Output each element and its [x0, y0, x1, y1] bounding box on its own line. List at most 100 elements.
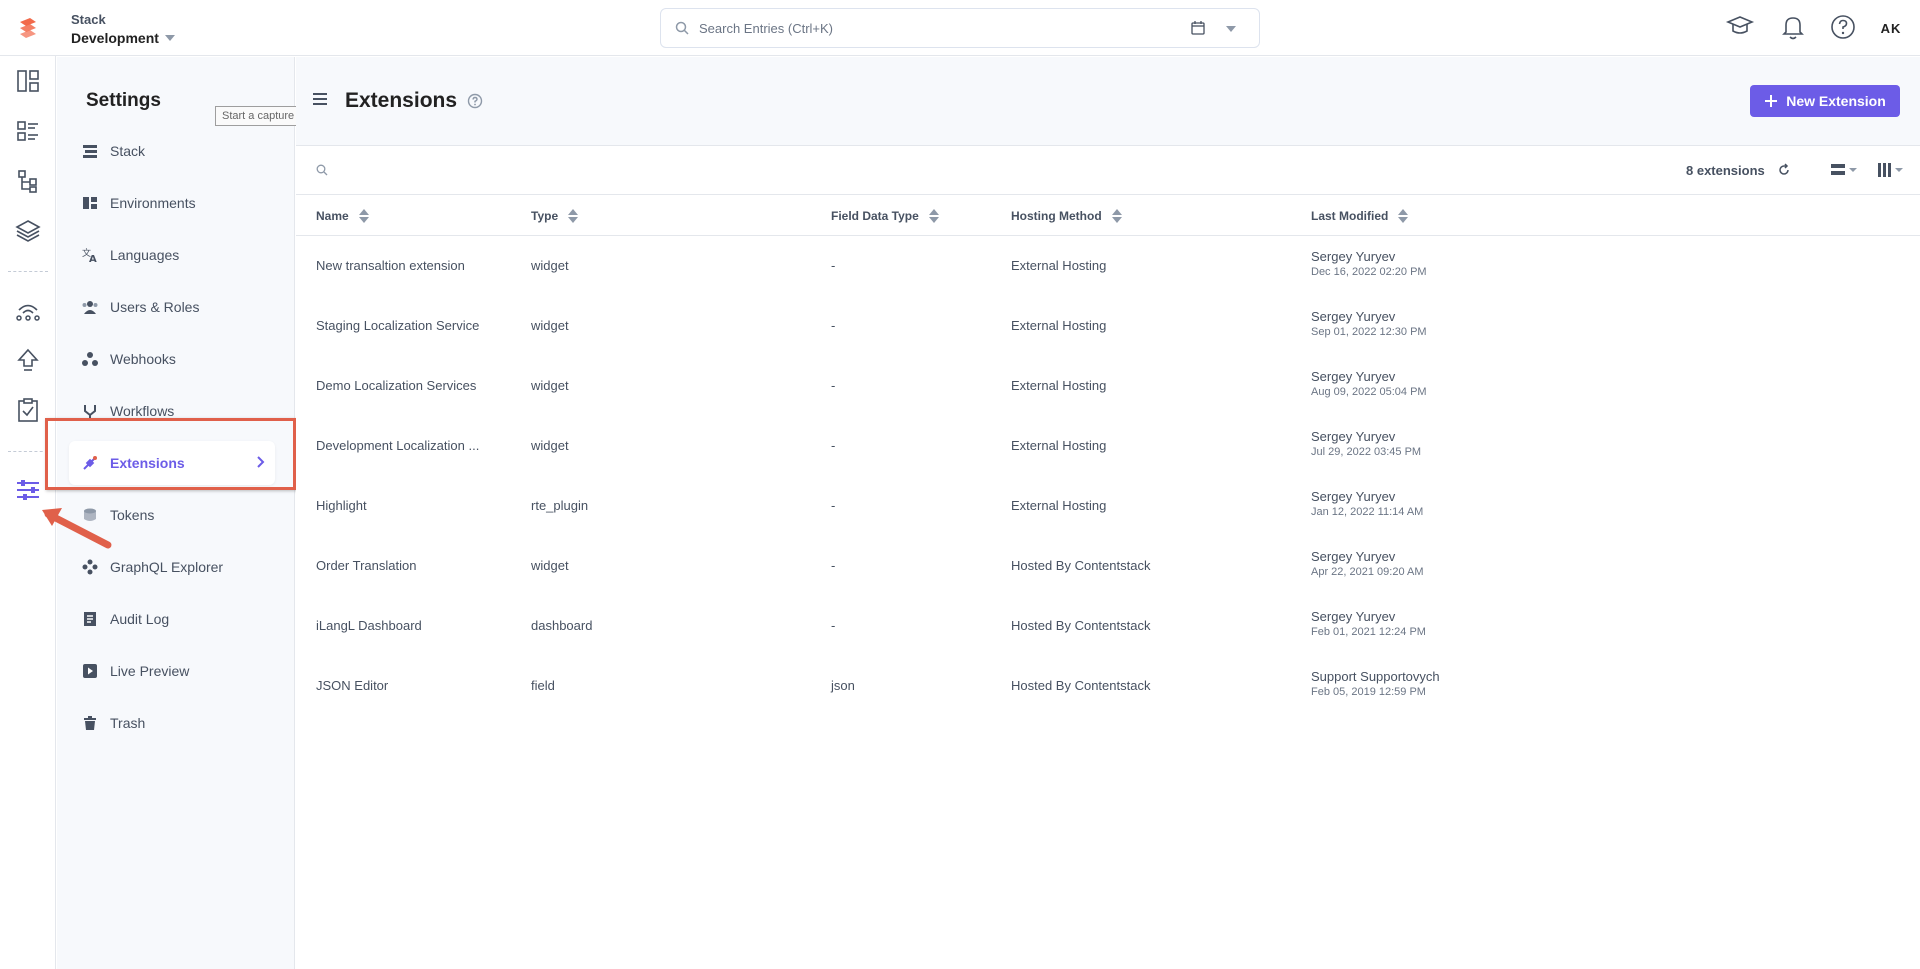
sort-icon[interactable]	[1398, 209, 1409, 223]
column-header-type[interactable]: Type	[531, 209, 579, 223]
cell-name: Highlight	[316, 498, 367, 513]
left-rail	[0, 56, 56, 969]
search-icon	[675, 21, 689, 35]
columns-settings-icon[interactable]	[1878, 162, 1908, 178]
trash-icon	[81, 714, 99, 732]
table-row[interactable]: JSON Editor field json Hosted By Content…	[296, 656, 1920, 716]
settings-item-stack[interactable]: Stack	[69, 129, 275, 173]
cell-field-data-type: -	[831, 318, 836, 333]
new-extension-button[interactable]: New Extension	[1750, 85, 1900, 117]
settings-item-label: Audit Log	[110, 611, 170, 627]
column-header-field-data-type[interactable]: Field Data Type	[831, 209, 939, 223]
column-header-name[interactable]: Name	[316, 209, 369, 223]
settings-item-workflows[interactable]: Workflows	[69, 389, 275, 433]
audit-log-icon	[81, 610, 99, 628]
settings-item-label: Environments	[110, 195, 196, 211]
stack-label: Stack	[71, 12, 106, 27]
settings-item-label: GraphQL Explorer	[110, 559, 224, 575]
table-row[interactable]: Demo Localization Services widget - Exte…	[296, 356, 1920, 416]
content-models-icon[interactable]	[14, 167, 42, 195]
cell-last-modified: Sergey Yuryev Aug 09, 2022 05:04 PM	[1311, 369, 1427, 398]
view-density-icon[interactable]	[1831, 162, 1861, 178]
svg-text:A: A	[89, 254, 97, 263]
settings-item-webhooks[interactable]: Webhooks	[69, 337, 275, 381]
workflows-icon	[81, 402, 99, 420]
cell-hosting-method: Hosted By Contentstack	[1011, 558, 1151, 573]
settings-item-label: Live Preview	[110, 663, 190, 679]
dashboard-icon[interactable]	[14, 67, 42, 95]
refresh-icon[interactable]	[1777, 163, 1791, 177]
chevron-down-icon	[164, 35, 175, 41]
extensions-count: 8 extensions	[1686, 163, 1765, 178]
settings-sliders-icon[interactable]	[14, 476, 42, 504]
notifications-bell-icon[interactable]	[1779, 12, 1807, 42]
sort-icon[interactable]	[928, 209, 939, 223]
settings-item-users-roles[interactable]: Users & Roles	[69, 285, 275, 329]
environment-selector[interactable]: Development	[71, 30, 175, 46]
settings-item-environments[interactable]: Environments	[69, 181, 275, 225]
question-circle-icon[interactable]	[467, 93, 483, 109]
settings-item-live-preview[interactable]: Live Preview	[69, 649, 275, 693]
table-row[interactable]: Highlight rte_plugin - External Hosting …	[296, 476, 1920, 536]
column-header-last-modified[interactable]: Last Modified	[1311, 209, 1409, 223]
settings-item-trash[interactable]: Trash	[69, 701, 275, 745]
global-search[interactable]: Search Entries (Ctrl+K)	[660, 8, 1260, 48]
settings-item-audit-log[interactable]: Audit Log	[69, 597, 275, 641]
stack-icon	[81, 142, 99, 160]
cell-hosting-method: External Hosting	[1011, 258, 1107, 273]
tokens-icon	[81, 506, 99, 524]
plus-icon	[1765, 95, 1778, 107]
calendar-icon[interactable]	[1191, 20, 1205, 36]
settings-item-label: Users & Roles	[110, 299, 200, 315]
settings-sidebar: Settings Stack Environments 文A Languages…	[57, 57, 295, 969]
cell-last-modified: Support Supportovych Feb 05, 2019 12:59 P…	[1311, 669, 1440, 698]
academy-icon[interactable]	[1725, 12, 1755, 42]
search-filter-dropdown-icon[interactable]	[1226, 26, 1236, 32]
publish-queue-icon[interactable]	[14, 346, 42, 374]
sort-icon[interactable]	[568, 209, 579, 223]
search-input[interactable]: Search Entries (Ctrl+K)	[699, 21, 833, 36]
table-row[interactable]: Order Translation widget - Hosted By Con…	[296, 536, 1920, 596]
help-icon[interactable]	[1829, 12, 1857, 42]
table-row[interactable]: Staging Localization Service widget - Ex…	[296, 296, 1920, 356]
tasks-icon[interactable]	[14, 396, 42, 424]
assets-layers-icon[interactable]	[14, 217, 42, 245]
settings-item-label: Stack	[110, 143, 146, 159]
cell-hosting-method: External Hosting	[1011, 498, 1107, 513]
table-search-icon[interactable]	[316, 164, 328, 176]
cell-last-modified: Sergey Yuryev Jul 29, 2022 03:45 PM	[1311, 429, 1422, 458]
settings-item-graphql-explorer[interactable]: GraphQL Explorer	[69, 545, 275, 589]
webhooks-icon	[81, 350, 99, 368]
table-row[interactable]: Development Localization ... widget - Ex…	[296, 416, 1920, 476]
cell-last-modified: Sergey Yuryev Jan 12, 2022 11:14 AM	[1311, 489, 1424, 518]
cell-last-modified: Sergey Yuryev Dec 16, 2022 02:20 PM	[1311, 249, 1427, 278]
cell-last-modified: Sergey Yuryev Sep 01, 2022 12:30 PM	[1311, 309, 1427, 338]
rail-divider	[8, 271, 48, 272]
table-row[interactable]: New transaltion extension widget - Exter…	[296, 236, 1920, 296]
settings-item-label: Workflows	[110, 403, 175, 419]
cell-name: Demo Localization Services	[316, 378, 477, 393]
column-header-hosting-method[interactable]: Hosting Method	[1011, 209, 1122, 223]
cell-name: Order Translation	[316, 558, 417, 573]
settings-item-languages[interactable]: 文A Languages	[69, 233, 275, 277]
user-avatar[interactable]: AK	[1875, 14, 1907, 42]
settings-item-extensions[interactable]: Extensions	[69, 441, 275, 485]
cell-type: widget	[531, 318, 569, 333]
cell-field-data-type: -	[831, 558, 836, 573]
main-content: Extensions New Extension 8 extensions Na…	[296, 57, 1920, 969]
cell-last-modified: Sergey Yuryev Feb 01, 2021 12:24 PM	[1311, 609, 1426, 638]
capture-tooltip: Start a capture	[215, 106, 302, 126]
live-preview-icon	[81, 662, 99, 680]
entries-list-icon[interactable]	[14, 117, 42, 145]
releases-icon[interactable]	[14, 296, 42, 324]
cell-field-data-type: -	[831, 378, 836, 393]
chevron-right-icon	[257, 456, 265, 468]
sort-icon[interactable]	[358, 209, 369, 223]
settings-item-label: Trash	[110, 715, 146, 731]
settings-item-tokens[interactable]: Tokens	[69, 493, 275, 537]
contentstack-logo-icon[interactable]	[14, 14, 42, 42]
sort-icon[interactable]	[1111, 209, 1122, 223]
hamburger-menu-icon[interactable]	[313, 92, 327, 106]
table-row[interactable]: iLangL Dashboard dashboard - Hosted By C…	[296, 596, 1920, 656]
settings-item-label: Webhooks	[110, 351, 176, 367]
